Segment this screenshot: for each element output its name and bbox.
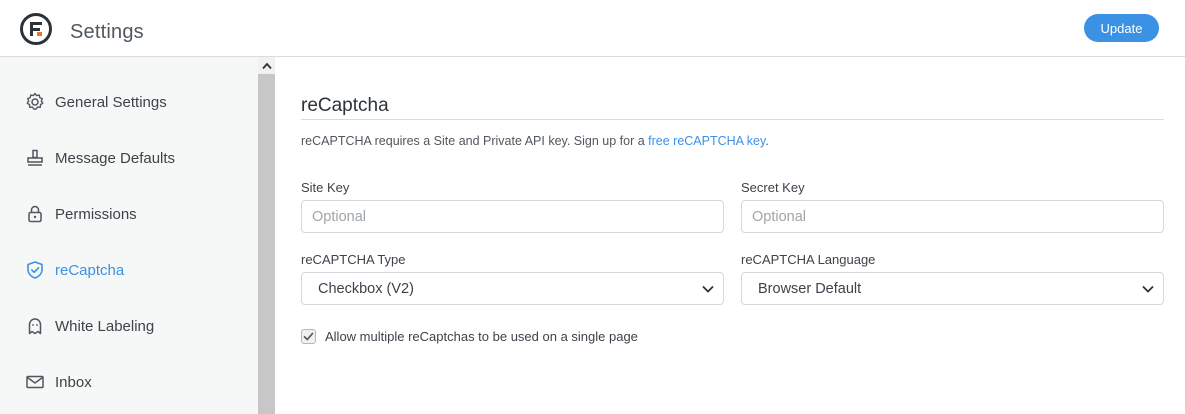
update-button[interactable]: Update: [1084, 14, 1159, 42]
top-header: Settings Update: [0, 0, 1185, 57]
lock-icon: [24, 203, 46, 225]
secret-key-label: Secret Key: [741, 180, 805, 195]
sidebar-item-label: Message Defaults: [55, 149, 176, 167]
recaptcha-language-value: Browser Default: [758, 281, 862, 297]
chevron-down-icon: [702, 285, 714, 293]
main-content: reCaptcha reCAPTCHA requires a Site and …: [275, 57, 1185, 414]
multiple-recaptchas-label: Allow multiple reCaptchas to be used on …: [325, 329, 638, 344]
sidebar-item-label: Permissions: [55, 205, 137, 223]
sidebar-item-message-defaults[interactable]: Message Defaults: [0, 138, 258, 178]
recaptcha-signup-link[interactable]: free reCAPTCHA key: [648, 134, 765, 148]
sidebar-item-label: Inbox: [55, 373, 92, 391]
sidebar-item-label: General Settings: [55, 93, 167, 111]
sidebar-item-label: reCaptcha: [55, 261, 125, 279]
checkmark-icon: [303, 332, 314, 341]
secret-key-input[interactable]: [741, 200, 1164, 233]
page-title: Settings: [70, 21, 144, 43]
site-key-label: Site Key: [301, 180, 350, 195]
description-suffix: .: [765, 134, 769, 148]
sidebar: General Settings Message Defaults Permis…: [0, 57, 258, 414]
sidebar-scrollbar[interactable]: [258, 57, 275, 414]
gear-icon: [24, 91, 46, 113]
envelope-icon: [24, 371, 46, 393]
description-text: reCAPTCHA requires a Site and Private AP…: [301, 134, 649, 148]
section-divider: [301, 119, 1164, 120]
section-title: reCaptcha: [301, 95, 389, 116]
stamp-icon: [24, 147, 46, 169]
chevron-up-icon: [261, 62, 272, 69]
sidebar-item-general-settings[interactable]: General Settings: [0, 82, 258, 122]
sidebar-item-recaptcha[interactable]: reCaptcha: [0, 250, 258, 290]
chevron-down-icon: [1142, 285, 1154, 293]
recaptcha-type-label: reCAPTCHA Type: [301, 252, 406, 267]
recaptcha-language-select[interactable]: Browser Default: [741, 272, 1164, 305]
app-logo-icon: [20, 13, 52, 45]
ghost-icon: [24, 315, 46, 337]
shield-check-icon: [24, 259, 46, 281]
sidebar-item-white-labeling[interactable]: White Labeling: [0, 306, 258, 346]
site-key-input[interactable]: [301, 200, 724, 233]
multiple-recaptchas-option: Allow multiple reCaptchas to be used on …: [301, 329, 638, 344]
section-description: reCAPTCHA requires a Site and Private AP…: [301, 134, 769, 148]
sidebar-item-permissions[interactable]: Permissions: [0, 194, 258, 234]
recaptcha-type-select[interactable]: Checkbox (V2): [301, 272, 724, 305]
multiple-recaptchas-checkbox[interactable]: [301, 329, 316, 344]
sidebar-item-label: White Labeling: [55, 317, 155, 335]
sidebar-item-inbox[interactable]: Inbox: [0, 362, 258, 402]
recaptcha-language-label: reCAPTCHA Language: [741, 252, 876, 267]
recaptcha-type-value: Checkbox (V2): [318, 281, 414, 297]
scroll-up-button[interactable]: [258, 57, 275, 74]
